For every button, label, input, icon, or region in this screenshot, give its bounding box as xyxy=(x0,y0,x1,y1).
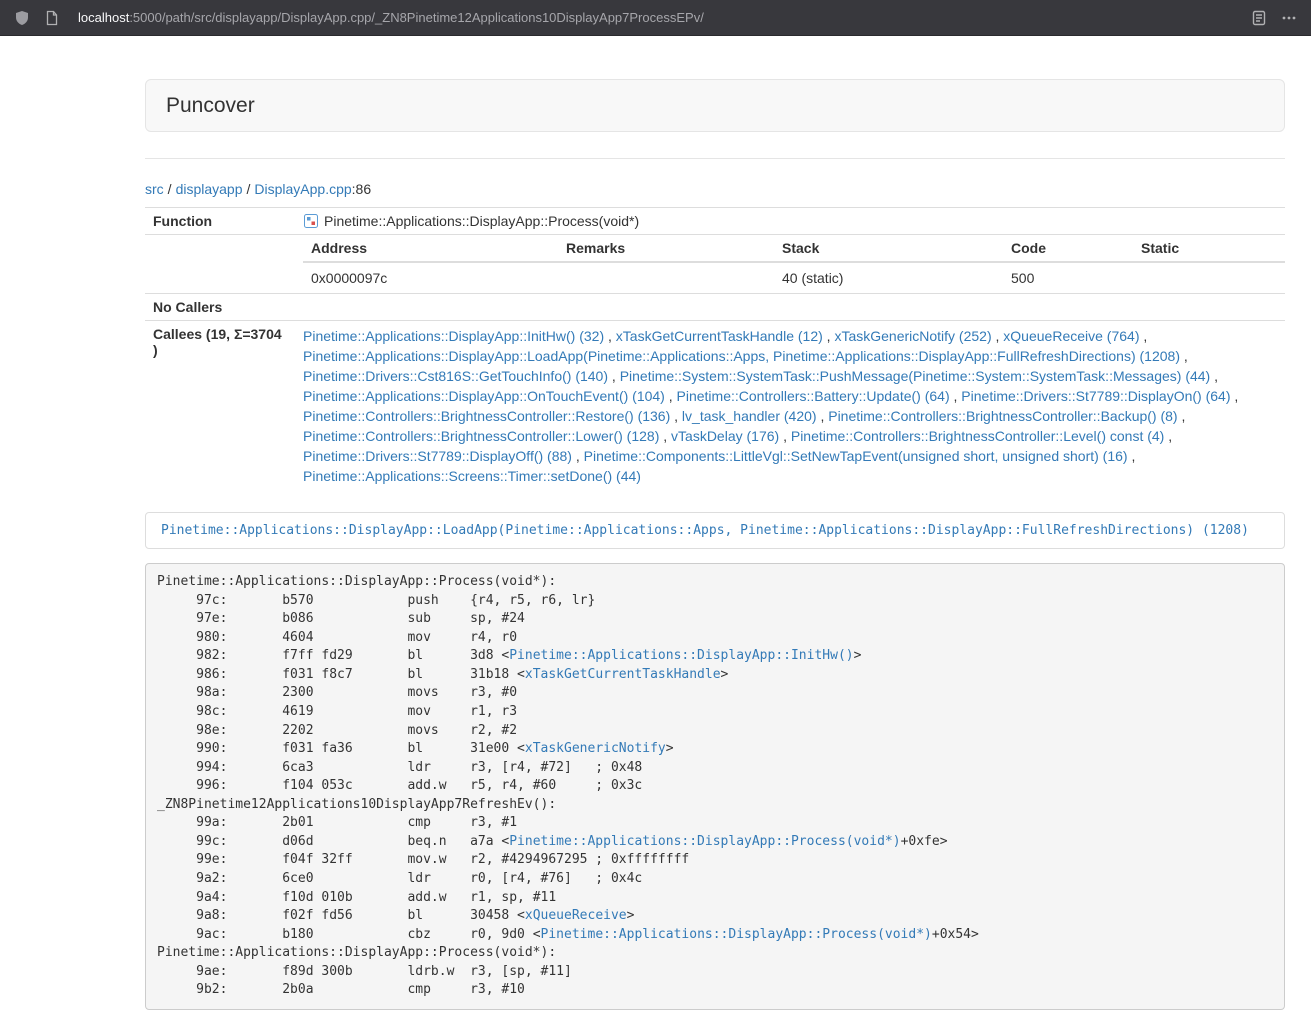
callee-link[interactable]: Pinetime::Applications::DisplayApp::OnTo… xyxy=(303,388,665,404)
url-path: :5000/path/src/displayapp/DisplayApp.cpp… xyxy=(129,10,704,25)
callee-link[interactable]: Pinetime::Drivers::St7789::DisplayOn() (… xyxy=(961,388,1230,404)
column-stack: Stack xyxy=(774,235,1003,262)
callee-link[interactable]: lv_task_handler (420) xyxy=(682,408,817,424)
breadcrumb-link-src[interactable]: src xyxy=(145,181,164,197)
breadcrumb-separator: / xyxy=(247,181,251,197)
page-title: Puncover xyxy=(166,94,1264,117)
breadcrumb: src/displayapp/DisplayApp.cpp:86 xyxy=(145,181,1285,197)
callee-link[interactable]: Pinetime::Drivers::St7789::DisplayOff() … xyxy=(303,448,572,464)
url-host: localhost xyxy=(78,10,129,25)
asm-symbol-link[interactable]: Pinetime::Applications::DisplayApp::Init… xyxy=(509,648,853,663)
function-stats-table: Address Remarks Stack Code Static 0x0000… xyxy=(303,235,1285,293)
column-remarks: Remarks xyxy=(558,235,774,262)
cell-code: 500 xyxy=(1003,262,1133,293)
callee-link[interactable]: xQueueReceive (764) xyxy=(1003,328,1139,344)
overflow-menu-icon[interactable] xyxy=(1279,8,1299,28)
callee-link[interactable]: xTaskGenericNotify (252) xyxy=(834,328,991,344)
asm-symbol-link[interactable]: xQueueReceive xyxy=(525,908,627,923)
divider xyxy=(145,158,1285,159)
callee-link[interactable]: Pinetime::Controllers::Battery::Update()… xyxy=(677,388,950,404)
callee-link[interactable]: Pinetime::Applications::Screens::Timer::… xyxy=(303,468,641,484)
function-row: Function Pinetime::Applications::Display… xyxy=(145,208,1285,235)
callees-label: Callees (19, Σ=3704 ) xyxy=(145,321,295,492)
asm-symbol-link[interactable]: xTaskGetCurrentTaskHandle xyxy=(525,667,721,682)
browser-toolbar: localhost:5000/path/src/displayapp/Displ… xyxy=(0,0,1311,36)
cell-stack: 40 (static) xyxy=(774,262,1003,293)
page-info-icon[interactable] xyxy=(42,8,62,28)
function-name: Pinetime::Applications::DisplayApp::Proc… xyxy=(324,213,639,229)
stats-value-row: 0x0000097c 40 (static) 500 xyxy=(303,262,1285,293)
asm-symbol-link[interactable]: xTaskGenericNotify xyxy=(525,741,666,756)
function-row-label: Function xyxy=(145,208,295,235)
no-callers-label: No Callers xyxy=(145,294,295,321)
cell-static xyxy=(1133,262,1285,293)
column-static: Static xyxy=(1133,235,1285,262)
callee-link[interactable]: vTaskDelay (176) xyxy=(671,428,779,444)
callee-link[interactable]: Pinetime::Applications::DisplayApp::Load… xyxy=(303,348,1180,364)
breadcrumb-link-displayapp[interactable]: displayapp xyxy=(176,181,243,197)
callee-link[interactable]: Pinetime::Components::LittleVgl::SetNewT… xyxy=(584,448,1128,464)
callee-link[interactable]: xTaskGetCurrentTaskHandle (12) xyxy=(616,328,823,344)
page-content: Puncover src/displayapp/DisplayApp.cpp:8… xyxy=(145,79,1285,1010)
breadcrumb-line-number: :86 xyxy=(352,181,371,197)
shield-icon[interactable] xyxy=(12,8,32,28)
function-table: Function Pinetime::Applications::Display… xyxy=(145,207,1285,491)
callee-link[interactable]: Pinetime::Controllers::BrightnessControl… xyxy=(303,428,659,444)
highlighted-callee-link[interactable]: Pinetime::Applications::DisplayApp::Load… xyxy=(161,523,1249,538)
stats-header-row: Address Remarks Stack Code Static xyxy=(303,235,1285,262)
asm-symbol-link[interactable]: Pinetime::Applications::DisplayApp::Proc… xyxy=(541,927,932,942)
cell-address: 0x0000097c xyxy=(303,262,558,293)
callee-link[interactable]: Pinetime::Controllers::BrightnessControl… xyxy=(303,408,670,424)
no-callers-row: No Callers xyxy=(145,294,1285,321)
disassembly: Pinetime::Applications::DisplayApp::Proc… xyxy=(145,563,1285,1010)
reader-view-icon[interactable] xyxy=(1249,8,1269,28)
callees-row: Callees (19, Σ=3704 ) Pinetime::Applicat… xyxy=(145,321,1285,492)
highlighted-callee-box: Pinetime::Applications::DisplayApp::Load… xyxy=(145,512,1285,549)
breadcrumb-link-file[interactable]: DisplayApp.cpp xyxy=(254,181,351,197)
function-stats-row: Address Remarks Stack Code Static 0x0000… xyxy=(145,235,1285,294)
breadcrumb-separator: / xyxy=(168,181,172,197)
callee-link[interactable]: Pinetime::Controllers::BrightnessControl… xyxy=(791,428,1164,444)
callees-list: Pinetime::Applications::DisplayApp::Init… xyxy=(295,321,1285,492)
asm-symbol-link[interactable]: Pinetime::Applications::DisplayApp::Proc… xyxy=(509,834,900,849)
function-symbol-icon xyxy=(303,213,319,229)
callee-link[interactable]: Pinetime::Applications::DisplayApp::Init… xyxy=(303,328,604,344)
cell-remarks xyxy=(558,262,774,293)
callee-link[interactable]: Pinetime::System::SystemTask::PushMessag… xyxy=(620,368,1211,384)
column-address: Address xyxy=(303,235,558,262)
url-bar[interactable]: localhost:5000/path/src/displayapp/Displ… xyxy=(78,10,1239,25)
jumbotron: Puncover xyxy=(145,79,1285,132)
callee-link[interactable]: Pinetime::Controllers::BrightnessControl… xyxy=(828,408,1177,424)
callee-link[interactable]: Pinetime::Drivers::Cst816S::GetTouchInfo… xyxy=(303,368,608,384)
column-code: Code xyxy=(1003,235,1133,262)
